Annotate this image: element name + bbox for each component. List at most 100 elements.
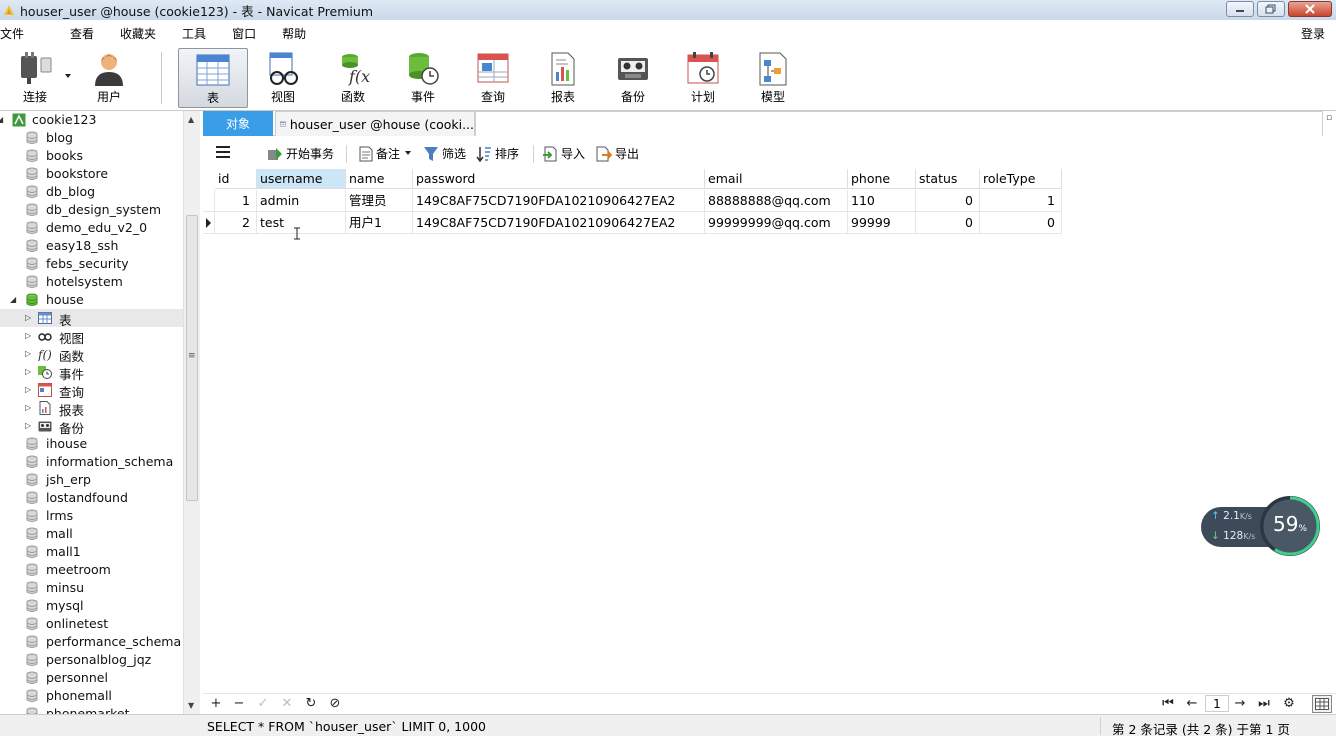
menu-help[interactable]: 帮助 <box>282 25 306 42</box>
minimize-button[interactable] <box>1226 1 1254 17</box>
report-button[interactable]: 报表 <box>528 48 598 108</box>
menu-favorites[interactable]: 收藏夹 <box>120 25 156 42</box>
tree-db-febs-security[interactable]: febs_security <box>0 255 183 273</box>
menu-view[interactable]: 查看 <box>70 25 94 42</box>
tree-house-query[interactable]: ▷ 查询 <box>0 381 183 400</box>
close-window-button[interactable] <box>1288 1 1332 17</box>
tree-db-personnel[interactable]: personnel <box>0 669 183 687</box>
cell-phone[interactable]: 110 <box>848 190 916 212</box>
expanded-arrow-icon[interactable]: ◢ <box>0 116 5 124</box>
tree-db-information-schema[interactable]: information_schema <box>0 453 183 471</box>
collapsed-arrow-icon[interactable]: ▷ <box>25 350 33 358</box>
view-button[interactable]: 视图 <box>248 48 318 108</box>
collapsed-arrow-icon[interactable]: ▷ <box>25 314 33 322</box>
column-header-status[interactable]: status <box>916 169 980 189</box>
cell-password[interactable]: 149C8AF75CD7190FDA10210906427EA2 <box>413 190 705 212</box>
connect-button[interactable]: 连接 <box>0 48 70 108</box>
backup-button[interactable]: 备份 <box>598 48 668 108</box>
export-button[interactable]: 导出 <box>596 145 639 162</box>
last-page-button[interactable]: ⏭ <box>1257 696 1271 711</box>
stop-button[interactable]: ⊘ <box>328 696 342 711</box>
cell-password[interactable]: 149C8AF75CD7190FDA10210906427EA2 <box>413 212 705 234</box>
next-page-button[interactable]: → <box>1233 696 1247 711</box>
column-header-name[interactable]: name <box>346 169 413 189</box>
prev-page-button[interactable]: ← <box>1185 696 1199 711</box>
tree-house-report[interactable]: ▷ 报表 <box>0 399 183 418</box>
cell-username[interactable]: test <box>257 212 346 234</box>
tree-db-jsh-erp[interactable]: jsh_erp <box>0 471 183 489</box>
tree-db-blog[interactable]: blog <box>0 129 183 147</box>
discard-changes-button[interactable]: ✕ <box>280 696 294 711</box>
tree-db-books[interactable]: books <box>0 147 183 165</box>
tree-db-phonemall[interactable]: phonemall <box>0 687 183 705</box>
tree-house-backup[interactable]: ▷ 备份 <box>0 417 183 436</box>
memo-button[interactable]: 备注 <box>359 145 416 162</box>
scroll-up-icon[interactable]: ▲ <box>188 115 194 124</box>
column-header-roletype[interactable]: roleType <box>980 169 1062 189</box>
login-link[interactable]: 登录 <box>1301 25 1325 42</box>
tree-db-phonemarket[interactable]: phonemarket <box>0 705 183 714</box>
refresh-button[interactable]: ↻ <box>304 696 318 711</box>
add-record-button[interactable]: + <box>209 696 223 711</box>
cell-name[interactable]: 用户1 <box>346 212 413 234</box>
tree-db-lrms[interactable]: lrms <box>0 507 183 525</box>
menu-file[interactable]: 文件 <box>0 25 24 42</box>
tab-houser-user[interactable]: houser_user @house (cooki... <box>275 111 475 136</box>
tree-scrollbar[interactable]: ▲ ≡ ▼ <box>183 111 200 714</box>
column-header-username[interactable]: username <box>257 169 346 189</box>
tree-db-lostandfound[interactable]: lostandfound <box>0 489 183 507</box>
collapsed-arrow-icon[interactable]: ▷ <box>25 368 33 376</box>
first-page-button[interactable]: ⏮ <box>1161 696 1175 711</box>
tree-db-meetroom[interactable]: meetroom <box>0 561 183 579</box>
collapsed-arrow-icon[interactable]: ▷ <box>25 404 33 412</box>
cell-username[interactable]: admin <box>257 190 346 212</box>
delete-record-button[interactable]: − <box>232 696 246 711</box>
tree-db-minsu[interactable]: minsu <box>0 579 183 597</box>
grid-view-button[interactable] <box>1312 695 1332 713</box>
scroll-down-icon[interactable]: ▼ <box>188 701 194 710</box>
tree-db-mysql[interactable]: mysql <box>0 597 183 615</box>
tree-db-easy18-ssh[interactable]: easy18_ssh <box>0 237 183 255</box>
tree-house-view[interactable]: ▷ 视图 <box>0 327 183 346</box>
tree-db-demo-edu-v2-0[interactable]: demo_edu_v2_0 <box>0 219 183 237</box>
schedule-button[interactable]: 计划 <box>668 48 738 108</box>
model-button[interactable]: 模型 <box>738 48 808 108</box>
row-indicator[interactable] <box>203 190 215 212</box>
column-header-id[interactable]: id <box>215 169 257 189</box>
user-button[interactable]: 用户 <box>74 48 144 108</box>
collapsed-arrow-icon[interactable]: ▷ <box>25 422 33 430</box>
column-header-email[interactable]: email <box>705 169 848 189</box>
tree-db-onlinetest[interactable]: onlinetest <box>0 615 183 633</box>
tree-db-performance-schema[interactable]: performance_schema <box>0 633 183 651</box>
tree-house-table[interactable]: ▷ 表 <box>0 309 183 328</box>
cell-phone[interactable]: 99999 <box>848 212 916 234</box>
restore-button[interactable] <box>1257 1 1285 17</box>
page-number-input[interactable]: 1 <box>1205 695 1229 712</box>
tree-db-personalblog-jqz[interactable]: personalblog_jqz <box>0 651 183 669</box>
menu-window[interactable]: 窗口 <box>232 25 256 42</box>
chevron-down-icon[interactable] <box>65 74 73 80</box>
cell-status[interactable]: 0 <box>916 212 980 234</box>
table-button[interactable]: 表 <box>178 48 248 108</box>
cell-roletype[interactable]: 0 <box>980 212 1062 234</box>
row-indicator[interactable] <box>203 212 215 234</box>
cell-name[interactable]: 管理员 <box>346 190 413 212</box>
filter-button[interactable]: 筛选 <box>423 145 466 162</box>
function-button[interactable]: f(x) 函数 <box>318 48 388 108</box>
tree-db-db-design-system[interactable]: db_design_system <box>0 201 183 219</box>
tab-objects[interactable]: 对象 <box>203 111 273 136</box>
tab-overflow[interactable]: ▫ <box>1322 111 1336 136</box>
column-header-password[interactable]: password <box>413 169 705 189</box>
cell-id[interactable]: 2 <box>215 212 257 234</box>
connection-cookie123[interactable]: ◢ cookie123 <box>0 111 183 129</box>
cell-roletype[interactable]: 1 <box>980 190 1062 212</box>
tree-db-db-blog[interactable]: db_blog <box>0 183 183 201</box>
cell-status[interactable]: 0 <box>916 190 980 212</box>
tree-db-mall1[interactable]: mall1 <box>0 543 183 561</box>
cell-email[interactable]: 88888888@qq.com <box>705 190 848 212</box>
event-button[interactable]: 事件 <box>388 48 458 108</box>
tree-db-bookstore[interactable]: bookstore <box>0 165 183 183</box>
column-header-phone[interactable]: phone <box>848 169 916 189</box>
menu-toggle-button[interactable] <box>215 145 234 159</box>
import-button[interactable]: 导入 <box>542 145 585 162</box>
